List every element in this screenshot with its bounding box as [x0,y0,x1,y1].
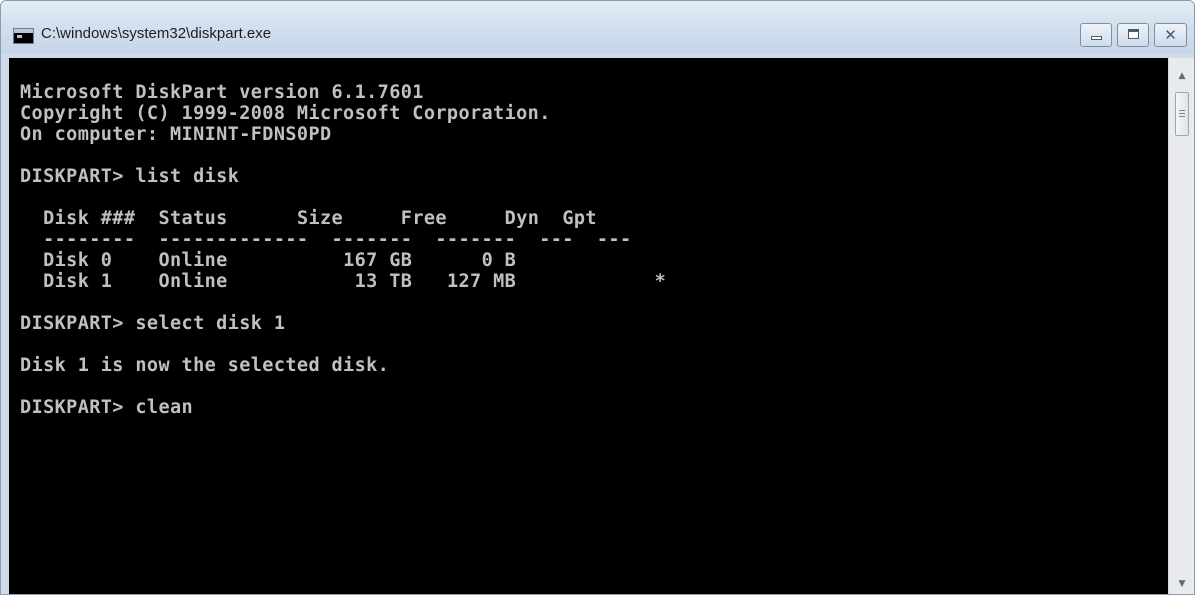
table-row: Disk 0 Online 167 GB 0 B [20,250,609,271]
cell-size: 13 TB [354,271,413,292]
command: clean [135,397,194,418]
column-header-disk: Disk ### [43,208,136,229]
cell-gpt: * [654,271,667,292]
cell-free: 127 MB [446,271,517,292]
column-header-gpt: Gpt [562,208,597,229]
column-header-size: Size [296,208,344,229]
console-text: Microsoft DiskPart version 6.1.7601 Copy… [20,82,667,418]
column-header-dyn: Dyn [504,208,540,229]
maximize-button[interactable] [1117,23,1149,47]
scroll-down-icon[interactable]: ▼ [1169,574,1194,594]
scroll-up-icon[interactable]: ▲ [1169,66,1194,86]
console-icon[interactable] [13,28,34,44]
close-button[interactable]: ✕ [1154,23,1187,47]
vertical-scrollbar[interactable]: ▲ ▼ [1168,58,1194,594]
cell-status: Online [158,250,228,271]
banner-line: On computer: MININT-FDNS0PD [20,124,332,145]
maximize-icon [1128,29,1139,39]
cell-free: 0 B [481,250,517,271]
column-header-free: Free [400,208,447,229]
scroll-thumb[interactable] [1175,92,1189,136]
select-result: Disk 1 is now the selected disk. [20,355,390,376]
cell-disk: Disk 0 [43,250,113,271]
banner-line: Microsoft DiskPart version 6.1.7601 [20,82,424,103]
command: select disk 1 [135,313,286,334]
close-icon: ✕ [1164,26,1177,44]
minimize-icon [1091,36,1102,40]
table-row: Disk 1 Online 13 TB 127 MB * [20,271,666,292]
console-output[interactable]: Microsoft DiskPart version 6.1.7601 Copy… [9,58,1168,594]
column-header-status: Status [158,208,228,229]
banner-line: Copyright (C) 1999-2008 Microsoft Corpor… [20,103,551,124]
cell-status: Online [158,271,228,292]
prompt: DISKPART> [20,397,136,418]
minimize-button[interactable] [1080,23,1112,47]
command: list disk [135,166,240,187]
prompt: DISKPART> [20,166,136,187]
window-title: C:\windows\system32\diskpart.exe [41,25,272,42]
prompt: DISKPART> [20,313,136,334]
cell-disk: Disk 1 [43,271,113,292]
disk-table-header: Disk ### Status Size Free Dyn Gpt [20,208,597,229]
cell-size: 167 GB [343,250,413,271]
console-window: C:\windows\system32\diskpart.exe ✕ Micro… [0,0,1195,595]
title-bar[interactable]: C:\windows\system32\diskpart.exe ✕ [1,1,1194,53]
